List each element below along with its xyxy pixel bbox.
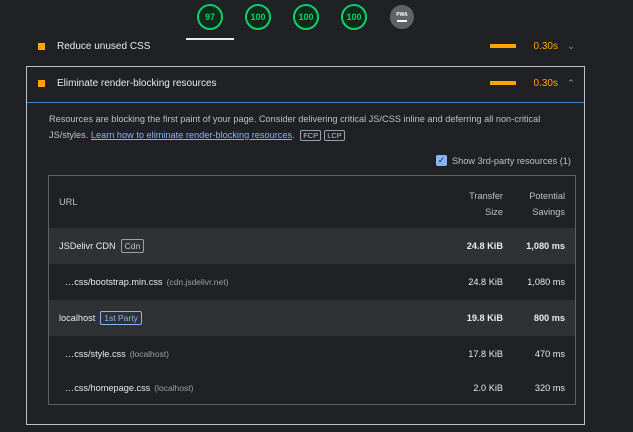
lcp-tag: LCP [324,129,345,141]
resource-url[interactable]: …css/style.css [65,349,126,359]
header-line: Savings [532,207,565,217]
audit-eliminate-render-blocking[interactable]: Eliminate render-blocking resources 0.30… [26,73,584,93]
resource-host: (localhost) [129,349,169,359]
potential-savings: 1,080 ms [526,241,565,251]
potential-savings: 320 ms [534,383,565,393]
audit-title: Eliminate render-blocking resources [57,77,217,89]
audit-reduce-unused-css[interactable]: Reduce unused CSS 0.30s ⌄ [26,38,584,54]
table-row-group-localhost: localhost 1st Party 19.8 KiB 800 ms [49,300,575,336]
performance-score-gauge[interactable]: 97 [197,4,223,30]
header-line: Transfer [469,191,503,201]
seo-score-gauge[interactable]: 100 [341,4,367,30]
entity-badge: 1st Party [100,311,142,325]
column-header-potential-savings: Potential Savings [505,188,565,220]
fcp-tag: FCP [300,129,322,141]
audit-description: Resources are blocking the first paint o… [49,112,569,143]
resources-table: URL Transfer Size Potential Savings JSDe… [48,175,576,405]
audit-title: Reduce unused CSS [57,40,151,52]
potential-savings: 470 ms [534,349,565,359]
resource-url[interactable]: …css/bootstrap.min.css [65,277,163,287]
transfer-size: 2.0 KiB [473,383,503,393]
table-row: …css/homepage.css (localhost) 2.0 KiB 32… [49,370,575,406]
best-practices-score-gauge[interactable]: 100 [293,4,319,30]
column-header-transfer-size: Transfer Size [443,188,503,220]
chevron-up-icon[interactable]: ⌃ [566,78,576,89]
entity-name: localhost [59,313,96,323]
pwa-badge[interactable]: PWA [390,5,414,29]
header-line: Potential [529,191,565,201]
column-header-url: URL [59,197,78,207]
transfer-size: 19.8 KiB [466,313,503,323]
transfer-size: 17.8 KiB [468,349,503,359]
learn-more-link[interactable]: Learn how to eliminate render-blocking r… [91,130,292,140]
audit-savings: 0.30s [533,77,558,89]
pwa-label: PWA [396,12,408,18]
transfer-size: 24.8 KiB [468,277,503,287]
table-row: …css/style.css (localhost) 17.8 KiB 470 … [49,336,575,372]
table-row-group-jsdelivr: JSDelivr CDN Cdn 24.8 KiB 1,080 ms [49,228,575,264]
score-bar: 97 100 100 100 PWA [0,0,633,40]
checkbox-checked-icon[interactable]: ✓ [436,155,447,166]
average-status-icon [38,79,45,87]
header-line: Size [485,207,503,217]
table-header: URL Transfer Size Potential Savings [49,176,575,228]
description-period: . [292,129,295,140]
third-party-label: Show 3rd-party resources (1) [452,155,571,166]
entity-name: JSDelivr CDN [59,241,116,251]
savings-bar [490,44,516,48]
average-status-icon [38,42,45,50]
chevron-down-icon[interactable]: ⌄ [566,41,576,52]
third-party-toggle[interactable]: ✓ Show 3rd-party resources (1) [436,155,571,166]
audit-savings: 0.30s [533,40,558,52]
transfer-size: 24.8 KiB [466,241,503,251]
accessibility-score-gauge[interactable]: 100 [245,4,271,30]
resource-url[interactable]: …css/homepage.css [65,383,150,393]
audit-divider [27,102,584,103]
pwa-dash-icon [397,20,407,22]
savings-bar [490,81,516,85]
resource-host: (localhost) [154,383,194,393]
table-row: …css/bootstrap.min.css (cdn.jsdelivr.net… [49,264,575,300]
potential-savings: 1,080 ms [527,277,565,287]
resource-host: (cdn.jsdelivr.net) [166,277,229,287]
entity-badge: Cdn [120,239,145,253]
potential-savings: 800 ms [533,313,565,323]
